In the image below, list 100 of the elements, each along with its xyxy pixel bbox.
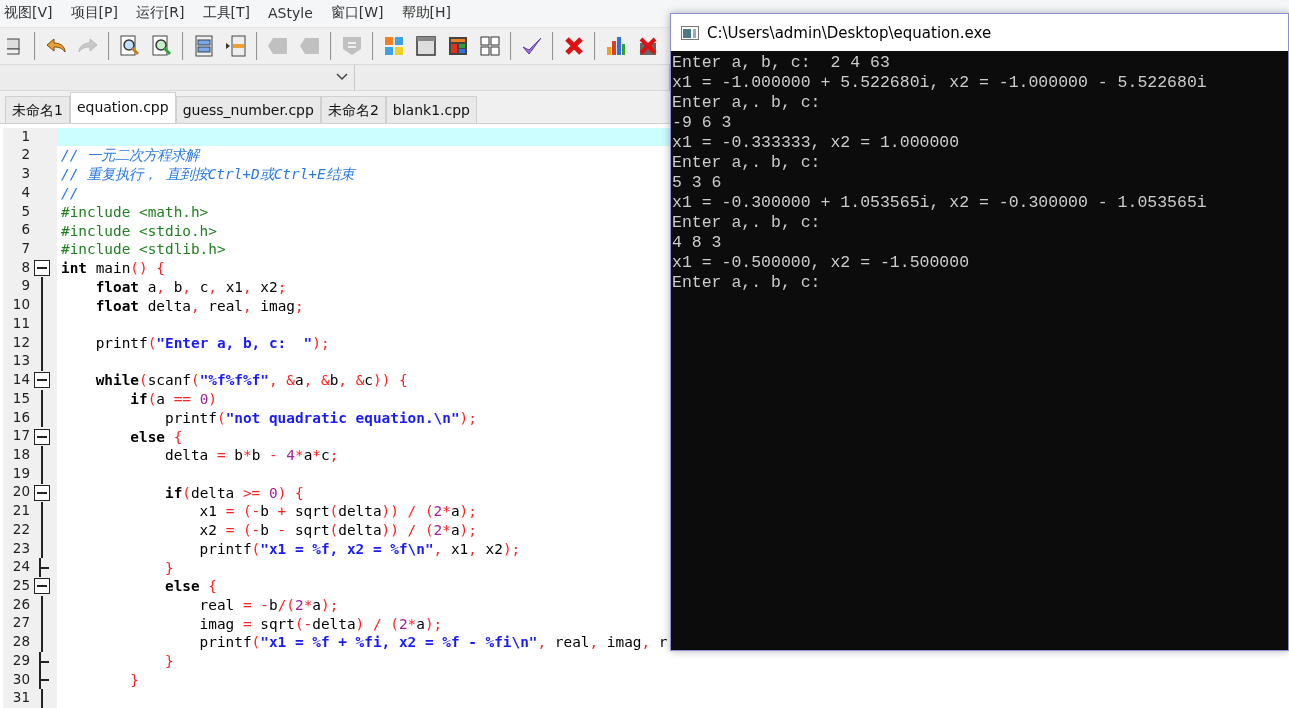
menu-item[interactable]: 帮助[H] (399, 4, 459, 23)
code-line: // (60, 185, 79, 202)
code-line: else { (129, 428, 183, 445)
console-output-line: -9 6 3 (672, 113, 733, 133)
fold-line (41, 689, 43, 708)
fold-toggle-icon[interactable] (34, 372, 50, 389)
menu-item[interactable]: 运行[R] (133, 4, 193, 23)
line-number: 20 (11, 483, 30, 502)
fold-toggle-icon[interactable] (34, 578, 50, 595)
line-number: 16 (11, 408, 30, 427)
console-output-line: Enter a,. b, c: (672, 273, 822, 293)
console-output-line: Enter a,. b, c: (672, 153, 822, 173)
console-output-line: x1 = -1.000000 + 5.522680i, x2 = -1.000000 - 5.522680i (672, 73, 1208, 93)
code-line: } (163, 653, 174, 670)
file-tab[interactable]: 未命名2 (320, 95, 386, 123)
code-line: float delta, real, imag; (94, 297, 304, 314)
chevron-down-icon (336, 73, 348, 81)
code-line: if(delta >= 0) { (163, 484, 304, 501)
fold-toggle-icon[interactable] (34, 484, 50, 501)
fold-toggle-icon[interactable] (34, 260, 50, 277)
console-app-icon (681, 25, 699, 40)
line-number: 6 (20, 221, 30, 240)
line-number: 14 (11, 371, 30, 390)
menu-item[interactable]: 工具[T] (200, 4, 259, 23)
line-number: 12 (11, 333, 30, 352)
console-output-line: Enter a,. b, c: (672, 213, 822, 233)
line-number: 8 (20, 258, 30, 277)
code-line: } (163, 559, 174, 576)
console-output-line: Enter a,. b, c: (672, 93, 822, 113)
file-tab[interactable]: equation.cpp (69, 91, 176, 123)
line-number: 3 (20, 165, 30, 184)
code-line: printf("x1 = %f, x2 = %f\n", x1, x2); (198, 540, 521, 557)
line-number: 2 (20, 146, 30, 165)
menu-item[interactable]: 窗口[W] (328, 4, 392, 23)
console-output-line: 5 3 6 (672, 173, 723, 193)
line-number: 24 (11, 558, 30, 577)
find-icon (151, 34, 173, 57)
code-line: printf("Enter a, b, c: "); (94, 335, 330, 351)
code-line: printf("not quadratic equation.\n"); (163, 409, 477, 426)
redo-icon (77, 36, 99, 55)
printer-icon (7, 35, 21, 56)
line-number: 10 (11, 296, 30, 315)
menu-item[interactable]: AStyle (266, 5, 321, 22)
code-line: // 重复执行， 直到按Ctrl+D或Ctrl+E结束 (60, 165, 354, 184)
code-line: while(scanf("%f%f%f", &a, &b, &c)) { (94, 372, 408, 389)
code-line: } (129, 671, 139, 688)
line-number: 29 (11, 651, 30, 670)
line-number: 17 (11, 427, 30, 446)
code-line: if(a == 0) (129, 391, 217, 408)
color-grid-icon (383, 34, 405, 57)
console-output-line: Enter a, b, c: 2 4 63 (672, 53, 891, 73)
code-line: x2 = (-b - sqrt(delta)) / (2*a); (198, 522, 477, 539)
shield-icon (341, 34, 363, 57)
line-number: 18 (11, 445, 30, 464)
code-line: float a, b, c, x1, x2; (94, 278, 287, 295)
line-number: 28 (11, 633, 30, 652)
line-number: 15 (11, 389, 30, 408)
file-tab[interactable]: guess_number.cpp (175, 95, 321, 123)
panel-icon (194, 34, 214, 57)
bar-chart-icon (605, 34, 627, 57)
menu-item[interactable]: 项目[P] (68, 4, 126, 23)
line-number: 21 (11, 502, 30, 521)
code-line: delta = b*b - 4*a*c; (163, 447, 339, 464)
code-line: imag = sqrt(-delta) / (2*a); (198, 615, 443, 632)
window-title: C:\Users\admin\Desktop\equation.exe (707, 23, 992, 42)
code-line: int main() { (60, 260, 165, 277)
line-number: 4 (20, 183, 30, 202)
code-line: #include <stdlib.h> (60, 241, 226, 258)
grid-icon (479, 34, 501, 57)
line-number: 5 (20, 202, 30, 221)
file-tab[interactable]: 未命名1 (5, 95, 70, 123)
cross-icon (564, 35, 584, 56)
line-number: 19 (11, 464, 30, 483)
console-output-line: 4 8 3 (672, 233, 723, 253)
line-number: 1 (20, 127, 30, 146)
fold-toggle-icon[interactable] (34, 428, 50, 445)
line-number: 30 (11, 670, 30, 689)
code-line: // 一元二次方程求解 (60, 146, 199, 166)
line-number: 7 (20, 240, 30, 259)
color-tiles-icon (447, 34, 469, 57)
panel-arrow-icon (225, 34, 247, 57)
line-number: 11 (11, 314, 30, 333)
code-line: #include <stdio.h> (60, 222, 217, 239)
line-number: 22 (11, 520, 30, 539)
code-line: x1 = (-b + sqrt(delta)) / (2*a); (198, 503, 477, 520)
console-output-line: x1 = -0.500000, x2 = -1.500000 (672, 253, 971, 273)
file-tab[interactable]: blank1.cpp (385, 95, 477, 123)
line-number: 25 (11, 576, 30, 595)
code-line: #include <math.h> (60, 203, 209, 220)
menu-item[interactable]: 视图[V] (2, 4, 61, 23)
line-number: 23 (11, 539, 30, 558)
bookmark-icon (299, 35, 321, 56)
window-icon (415, 34, 437, 57)
code-line: else { (163, 578, 217, 595)
console-output-line: x1 = -0.300000 + 1.053565i, x2 = -0.300000 - 1.053565i (672, 193, 1208, 213)
line-number: 13 (11, 352, 30, 371)
code-line: printf("x1 = %f + %fi, x2 = %f - %fi\n", real, imag, r (198, 634, 668, 651)
line-number: 27 (11, 614, 30, 633)
line-number: 31 (11, 689, 30, 708)
console-output-line: x1 = -0.333333, x2 = 1.000000 (672, 133, 961, 153)
